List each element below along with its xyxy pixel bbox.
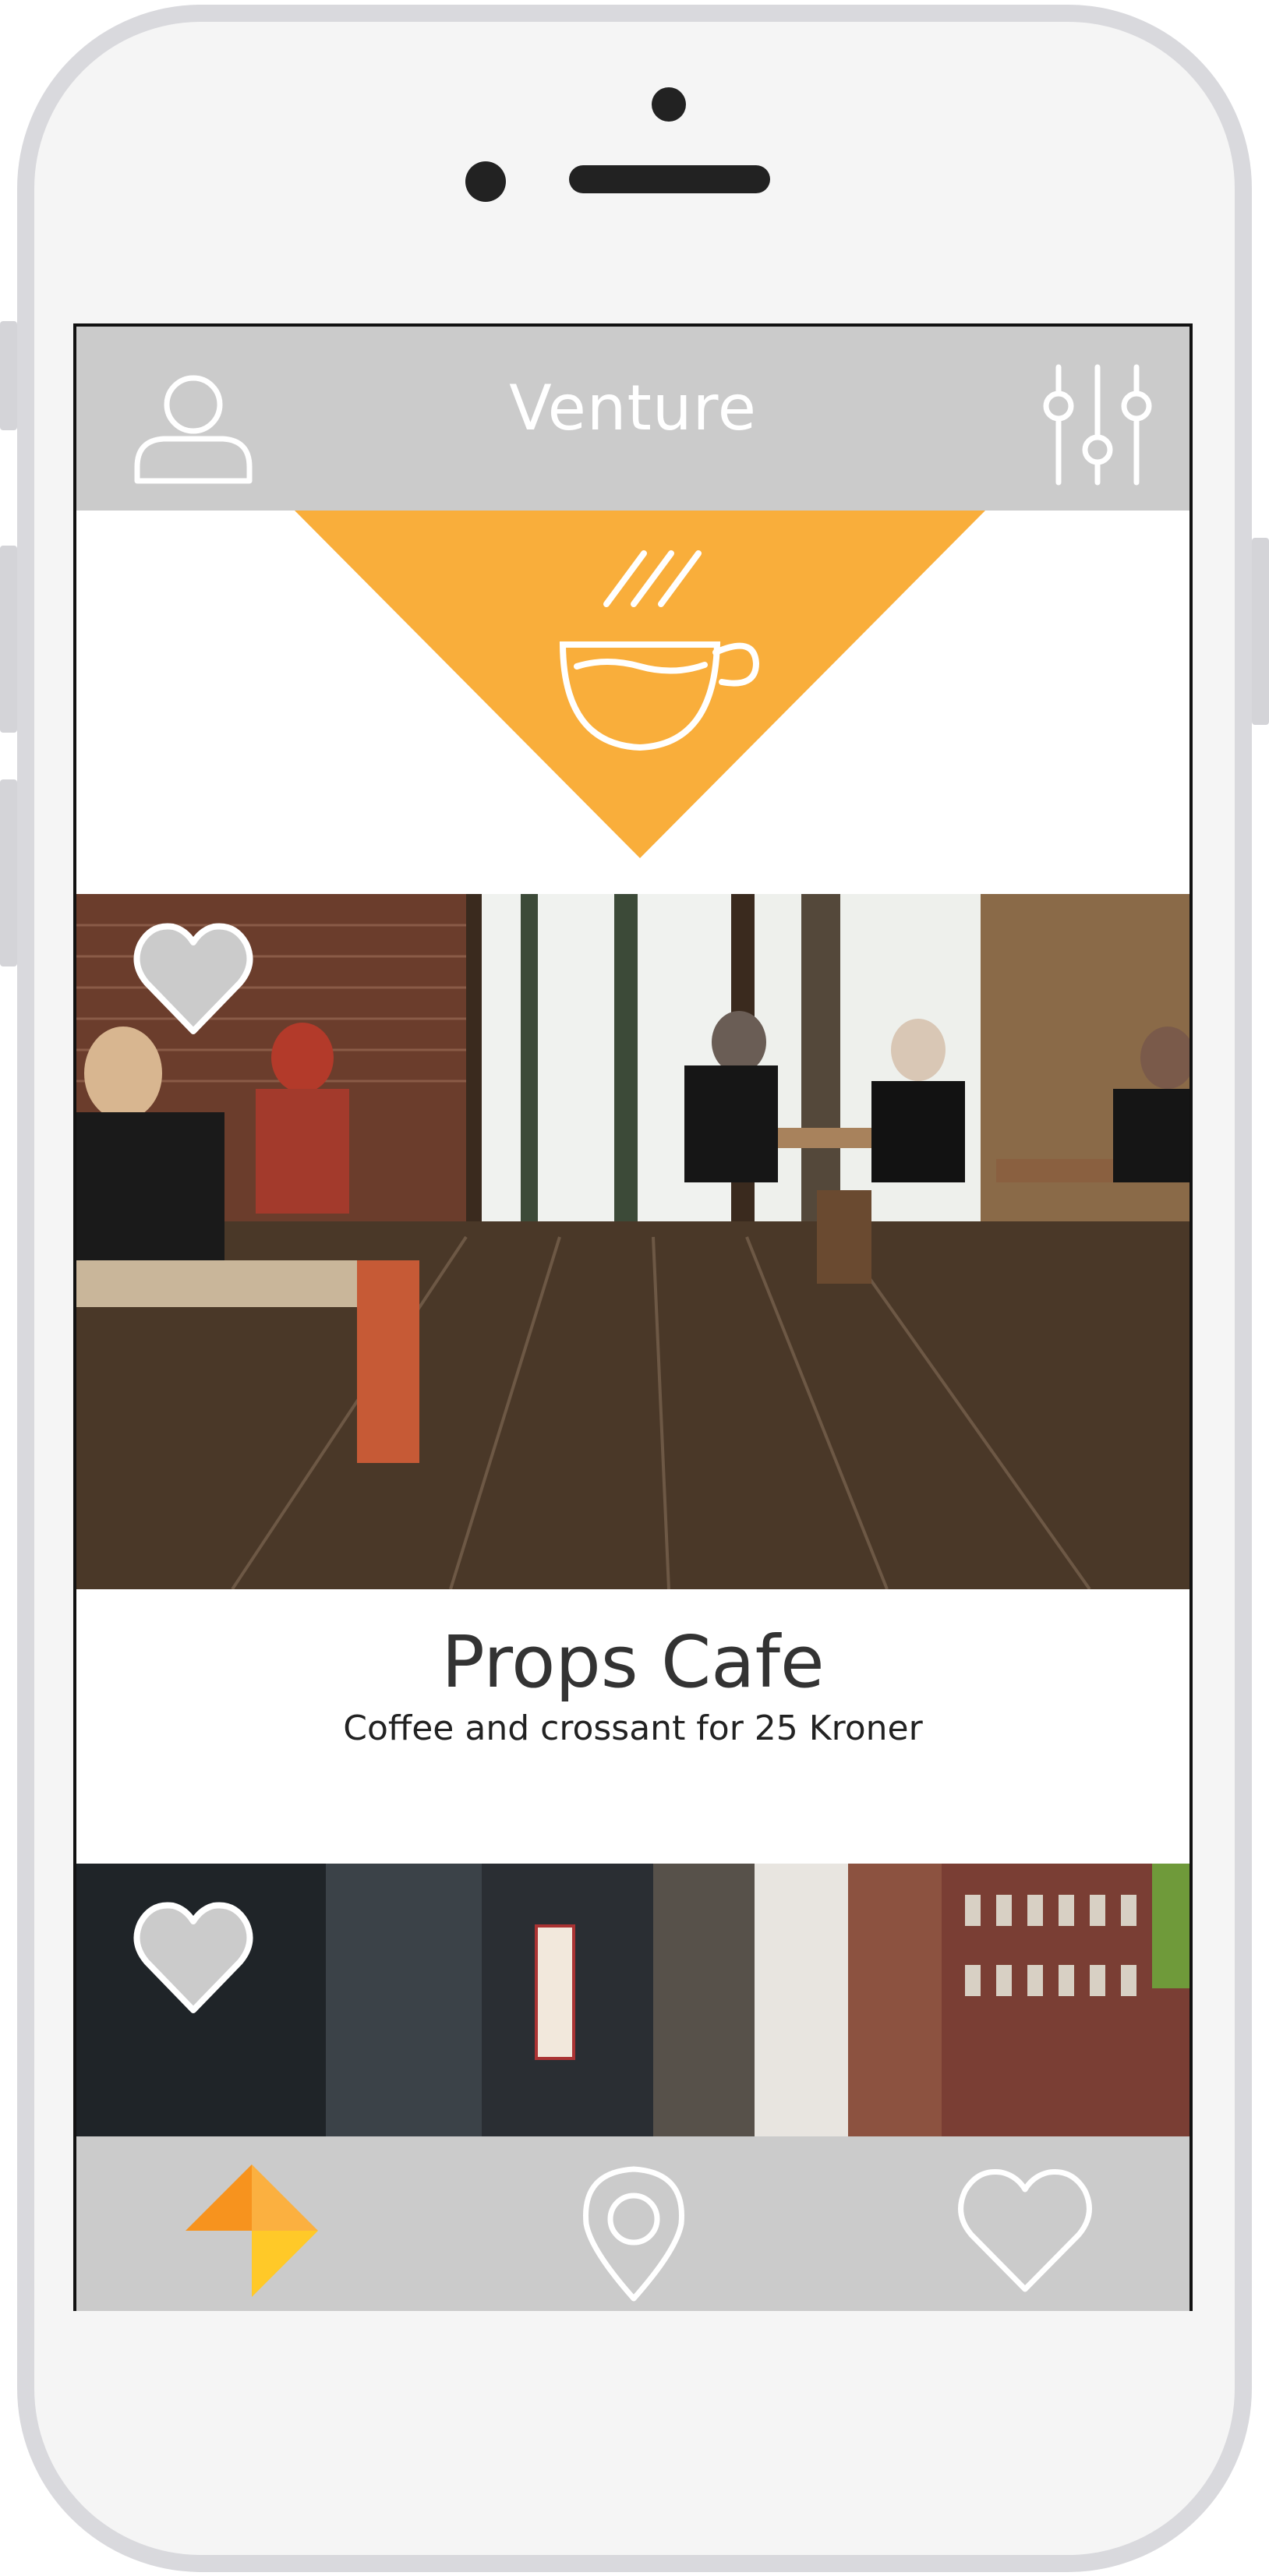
top-bar: Venture (76, 327, 1189, 511)
category-coffee-badge[interactable] (295, 511, 985, 858)
cafe-interior-photo[interactable] (76, 894, 1189, 1589)
proximity-sensor (465, 161, 506, 202)
power-button (1252, 538, 1269, 725)
earpiece-speaker (569, 165, 770, 193)
favorites-heart-icon[interactable] (951, 2157, 1099, 2305)
heart-icon[interactable] (131, 1895, 256, 2019)
place-title: Props Cafe (441, 1620, 825, 1704)
bottom-nav (76, 2136, 1189, 2311)
mute-switch (0, 321, 17, 430)
heart-icon[interactable] (131, 916, 256, 1041)
place-subtitle: Coffee and crossant for 25 Kroner (343, 1708, 923, 1748)
app-title: Venture (509, 372, 757, 444)
app-screen: Venture Props Cafe Coffee and crossant f… (73, 323, 1193, 2311)
volume-down-button (0, 779, 17, 966)
street-photo[interactable] (76, 1864, 1189, 2136)
venture-logo-icon[interactable] (178, 2157, 326, 2305)
sliders-icon[interactable] (1035, 361, 1160, 489)
volume-up-button (0, 546, 17, 733)
front-camera (652, 87, 686, 122)
map-pin-icon[interactable] (560, 2157, 708, 2305)
